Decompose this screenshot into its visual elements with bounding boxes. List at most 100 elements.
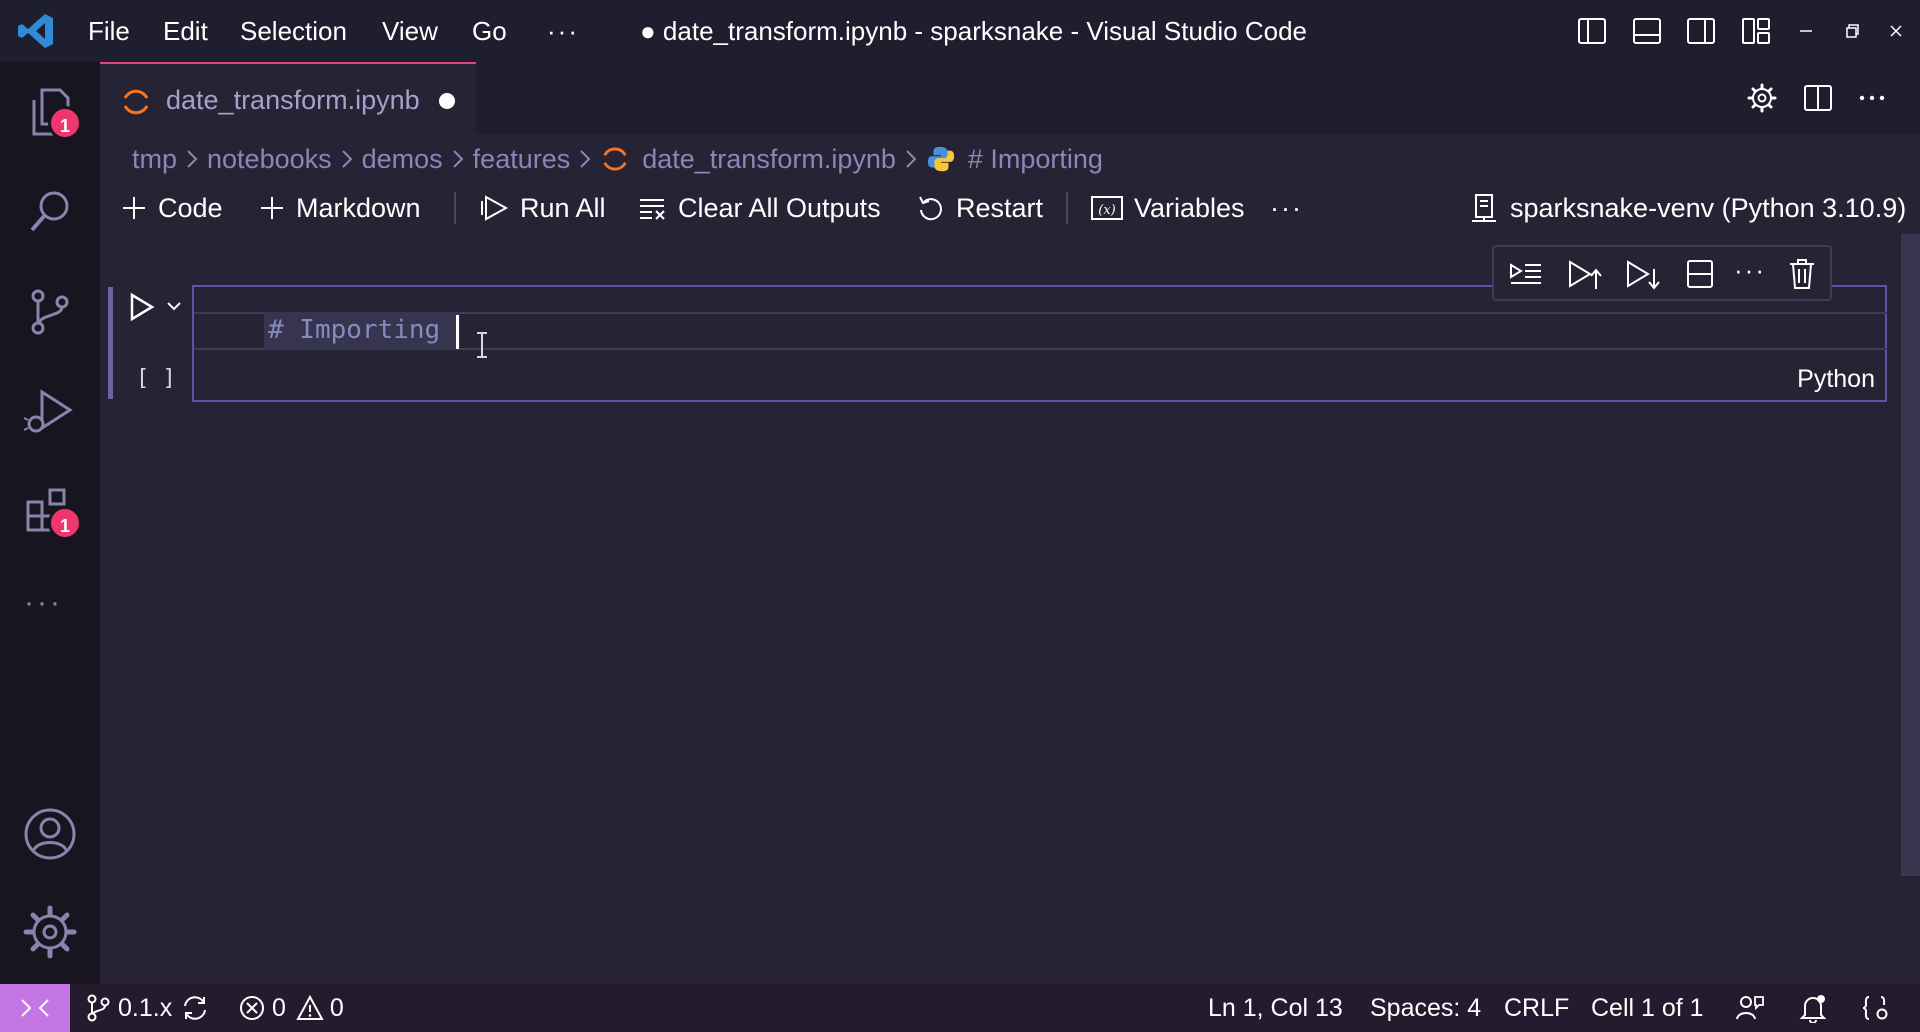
toggle-panel-icon[interactable] — [1631, 15, 1663, 47]
cell-language-picker[interactable]: Python — [1797, 365, 1875, 394]
more-views-button[interactable]: ··· — [24, 586, 63, 620]
run-all-icon — [481, 195, 509, 221]
status-bar: 0.1.x 0 0 Ln 1, Col 13 Spaces: 4 CRLF Ce… — [0, 984, 1920, 1032]
menu-edit[interactable]: Edit — [163, 0, 208, 62]
plus-icon — [261, 197, 283, 219]
source-control-icon[interactable] — [20, 282, 80, 342]
breadcrumb-item-tmp[interactable]: tmp — [132, 144, 177, 175]
language-status-braces-icon[interactable] — [1860, 993, 1890, 1023]
cell-position-status[interactable]: Cell 1 of 1 — [1591, 984, 1704, 1032]
chevron-right-icon — [906, 150, 917, 168]
add-code-cell-button[interactable]: Code — [120, 186, 223, 230]
restart-icon — [919, 196, 942, 221]
cell-more-actions-button[interactable]: ··· — [1734, 255, 1766, 286]
add-markdown-cell-button[interactable]: Markdown — [258, 186, 421, 230]
cursor-position[interactable]: Ln 1, Col 13 — [1208, 984, 1343, 1032]
kernel-label: sparksnake-venv (Python 3.10.9) — [1510, 192, 1907, 223]
feedback-icon[interactable] — [1735, 993, 1765, 1023]
clear-all-icon — [640, 199, 665, 220]
warning-icon — [296, 994, 324, 1020]
window-title: ● date_transform.ipynb - sparksnake - Vi… — [640, 16, 1308, 46]
activity-bar: 1 1 ··· — [0, 62, 100, 984]
clear-all-outputs-button[interactable]: Clear All Outputs — [638, 186, 881, 230]
restart-kernel-button[interactable]: Restart — [916, 186, 1043, 230]
customize-layout-icon[interactable] — [1740, 15, 1772, 47]
execute-cell-and-below-icon[interactable] — [1624, 257, 1660, 291]
execute-above-cells-icon[interactable] — [1508, 257, 1544, 291]
variables-icon: (x) — [1091, 196, 1123, 220]
variables-button[interactable]: (x) Variables — [1090, 186, 1245, 230]
search-icon[interactable] — [20, 182, 80, 242]
branch-label: 0.1.x — [118, 993, 173, 1022]
unsaved-indicator[interactable] — [439, 93, 455, 109]
cell-focus-indicator — [108, 287, 113, 399]
minimize-icon[interactable] — [1790, 15, 1822, 47]
breadcrumb-item-notebooks[interactable]: notebooks — [207, 144, 332, 175]
restore-icon[interactable] — [1836, 15, 1868, 47]
cell-toolbar: ··· — [1492, 245, 1832, 301]
menu-file[interactable]: File — [88, 0, 130, 62]
end-of-line-status[interactable]: CRLF — [1504, 984, 1569, 1032]
toggle-secondary-sidebar-icon[interactable] — [1685, 15, 1717, 47]
execution-count: [ ] — [136, 366, 176, 391]
menu-view[interactable]: View — [382, 0, 438, 62]
close-window-icon[interactable] — [1880, 15, 1912, 47]
toolbar-more-button[interactable]: ··· — [1270, 186, 1303, 230]
run-all-label: Run All — [520, 192, 606, 223]
trash-icon[interactable] — [1784, 257, 1820, 291]
vscode-logo-icon — [18, 14, 53, 48]
remote-indicator[interactable] — [0, 984, 70, 1032]
chevron-right-icon — [452, 150, 464, 168]
text-cursor — [456, 315, 459, 349]
menu-more[interactable]: ··· — [547, 0, 579, 62]
tab-label: date_transform.ipynb — [166, 85, 420, 115]
editor-more-actions-icon[interactable] — [1856, 82, 1888, 114]
toolbar-separator — [1066, 192, 1068, 224]
restart-label: Restart — [956, 192, 1044, 223]
title-bar: File Edit Selection View Go ··· ● date_t… — [0, 0, 1920, 62]
svg-text:(x): (x) — [1098, 203, 1115, 218]
notifications-bell-icon[interactable] — [1798, 993, 1828, 1023]
accounts-icon[interactable] — [20, 804, 80, 864]
split-editor-icon[interactable] — [1802, 82, 1834, 114]
menu-selection[interactable]: Selection — [240, 0, 347, 62]
breadcrumb-item-demos[interactable]: demos — [362, 144, 443, 175]
manage-gear-icon[interactable] — [20, 902, 80, 962]
vertical-scrollbar[interactable] — [1901, 234, 1920, 876]
chevron-right-icon — [187, 150, 198, 168]
sync-icon[interactable] — [180, 993, 210, 1023]
branch-status[interactable]: 0.1.x — [84, 984, 172, 1032]
breadcrumb-item-features[interactable]: features — [473, 144, 571, 175]
chevron-down-icon[interactable] — [164, 296, 184, 316]
ibeam-cursor-icon — [477, 332, 487, 358]
variables-label: Variables — [1134, 192, 1245, 223]
jupyter-icon — [603, 147, 627, 171]
run-cell-icon[interactable] — [126, 292, 156, 322]
problems-status[interactable]: 0 0 — [238, 984, 344, 1032]
breadcrumb-item-file[interactable]: date_transform.ipynb — [642, 144, 896, 175]
indentation-status[interactable]: Spaces: 4 — [1370, 984, 1481, 1032]
execute-cell-and-above-icon[interactable] — [1566, 257, 1602, 291]
run-all-button[interactable]: Run All — [480, 186, 606, 230]
menu-go[interactable]: Go — [472, 0, 507, 62]
jupyter-icon — [123, 89, 149, 115]
notebook-toolbar: Code Markdown Run All Clear All Outputs … — [120, 186, 1906, 230]
warning-count: 0 — [329, 993, 344, 1022]
code-cell-editor[interactable]: # Importing Python — [192, 285, 1887, 402]
tab-date-transform[interactable]: date_transform.ipynb — [100, 62, 476, 134]
explorer-badge: 1 — [48, 106, 82, 140]
notebook-settings-gear-icon[interactable] — [1746, 82, 1778, 114]
chevron-right-icon — [580, 150, 591, 168]
cell-code-text[interactable]: # Importing — [264, 312, 460, 350]
add-code-label: Code — [158, 192, 223, 223]
add-markdown-label: Markdown — [296, 192, 421, 223]
tab-bar: date_transform.ipynb — [100, 62, 1920, 134]
plus-icon — [123, 197, 145, 219]
toggle-primary-sidebar-icon[interactable] — [1576, 15, 1608, 47]
split-cell-icon[interactable] — [1682, 257, 1718, 291]
kernel-picker[interactable]: sparksnake-venv (Python 3.10.9) — [1468, 186, 1906, 230]
remote-icon — [21, 999, 49, 1017]
kernel-server-icon — [1472, 194, 1496, 222]
run-and-debug-icon[interactable] — [20, 382, 80, 442]
breadcrumb-item-symbol[interactable]: # Importing — [968, 144, 1103, 175]
